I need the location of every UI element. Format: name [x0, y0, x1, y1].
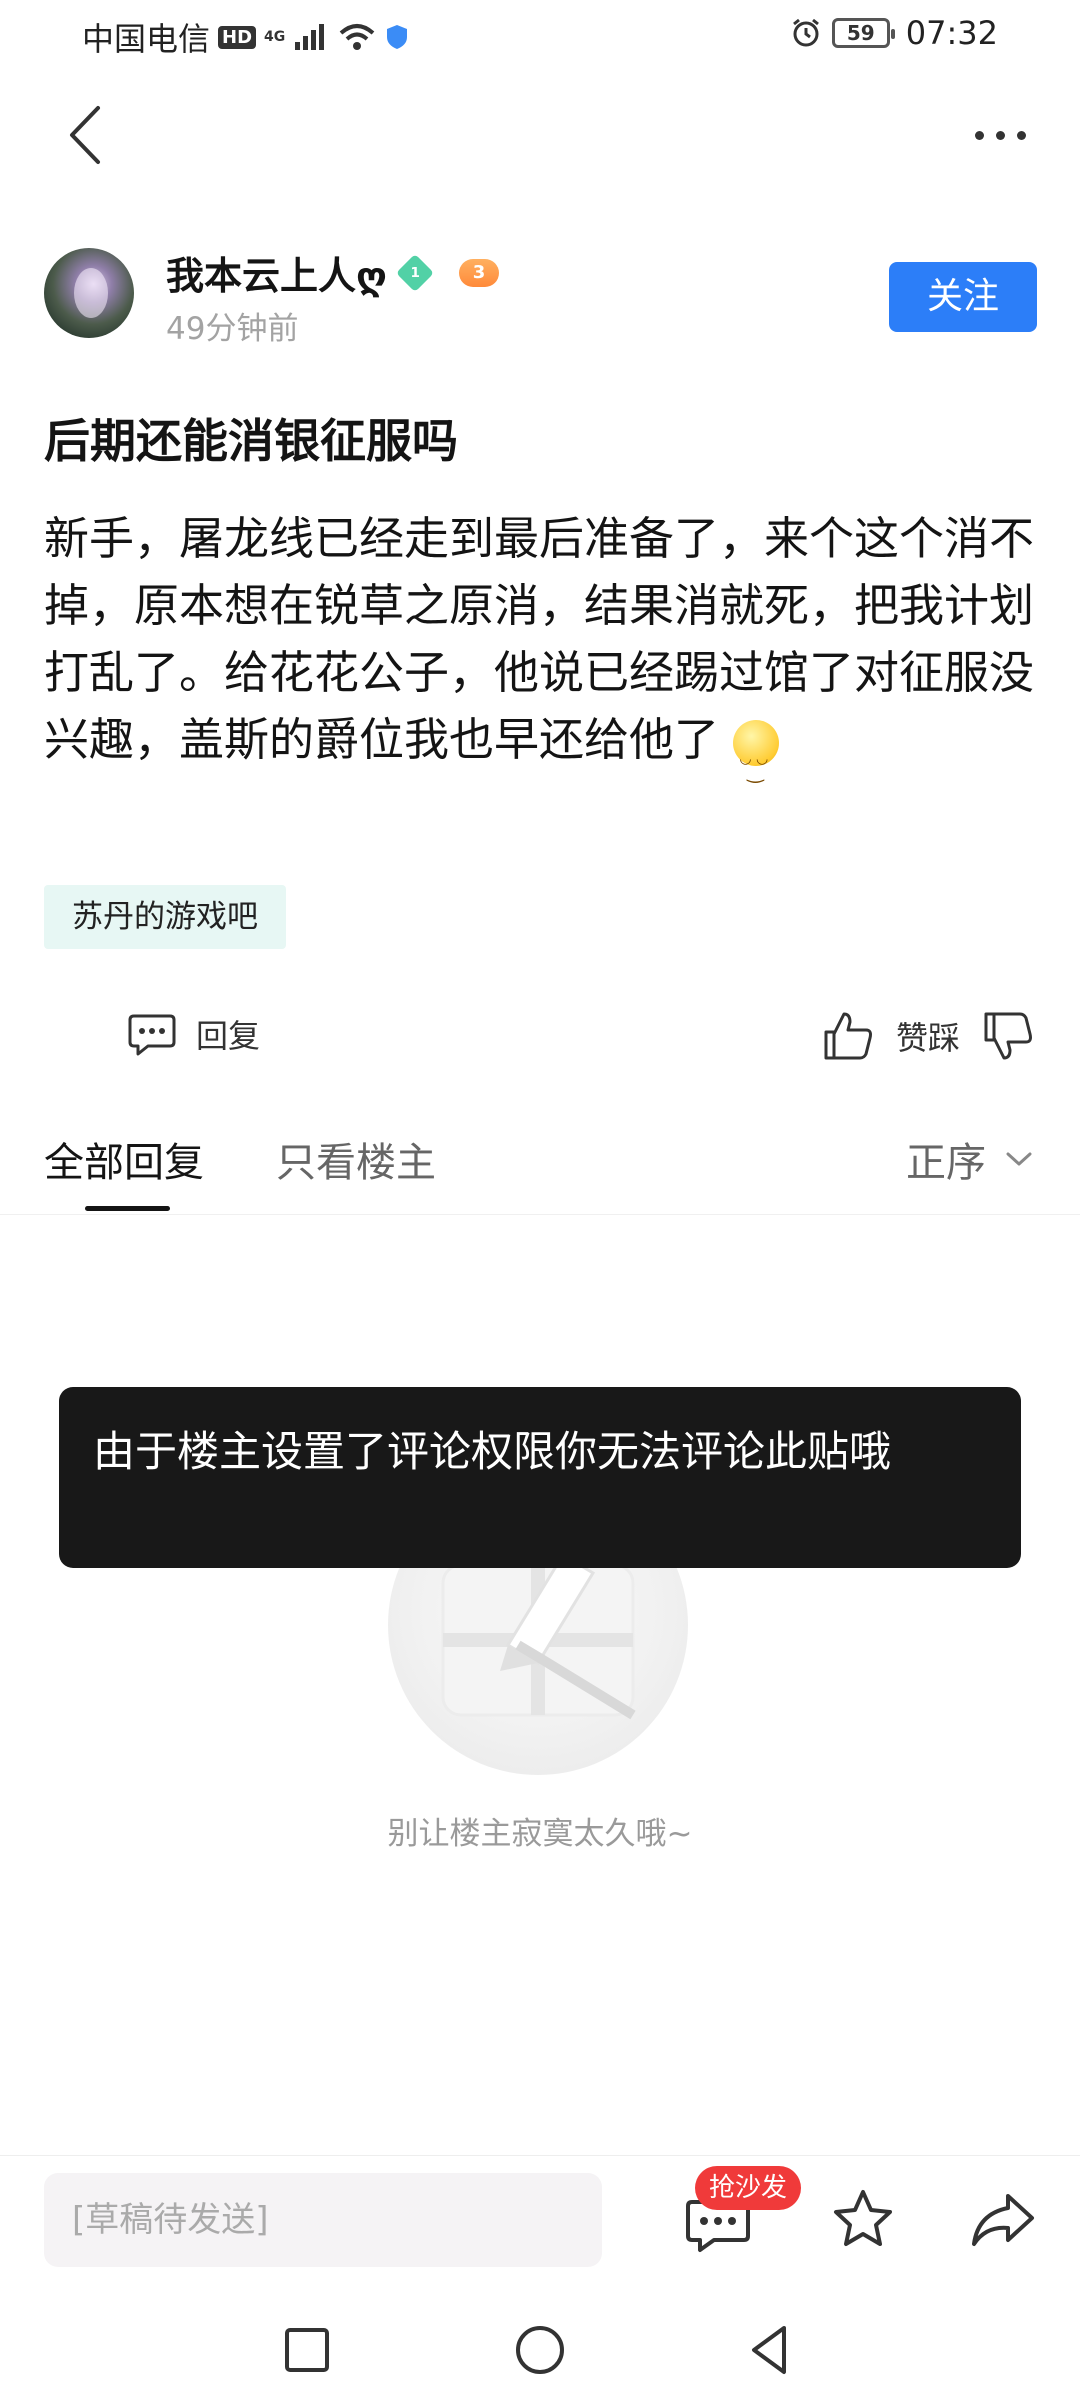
- comment-input[interactable]: [草稿待发送]: [44, 2173, 602, 2267]
- forum-tag[interactable]: 苏丹的游戏吧: [44, 885, 286, 949]
- thumbs-up-icon[interactable]: [820, 1008, 876, 1064]
- network-type-icon: 4G: [264, 29, 286, 45]
- vote-group: 赞踩: [820, 1008, 1036, 1064]
- author-name[interactable]: 我本云上人ღ: [166, 245, 387, 300]
- shield-icon: [387, 25, 408, 49]
- reply-button[interactable]: 回复: [126, 1008, 260, 1060]
- vote-label: 赞踩: [895, 1019, 960, 1057]
- top-nav: [0, 80, 1080, 190]
- system-back-button[interactable]: [738, 2318, 802, 2382]
- comment-bubble-icon: [128, 1014, 176, 1056]
- status-bar: 中国电信 HD 4G 59 07:32: [0, 0, 1080, 72]
- circle-icon: [516, 2326, 564, 2374]
- gamepad-badge-icon: 3: [458, 258, 499, 287]
- permission-toast: 由于楼主设置了评论权限你无法评论此贴哦: [59, 1387, 1021, 1568]
- smile-emoji-icon: [733, 720, 780, 805]
- sort-label: 正序: [906, 1140, 986, 1186]
- level-badge-number: 1: [410, 264, 420, 280]
- carrier-label: 中国电信: [82, 20, 211, 58]
- author-name-row: 我本云上人ღ 1 3: [166, 245, 499, 300]
- reply-tabs: 全部回复 只看楼主 正序: [0, 1120, 1080, 1215]
- chevron-left-icon: [70, 106, 100, 164]
- empty-state-text: 别让楼主寂寞太久哦~: [387, 1816, 693, 1852]
- avatar[interactable]: [44, 248, 134, 338]
- level-diamond-icon: 1: [395, 253, 435, 292]
- post-body-text: 新手，屠龙线已经走到最后准备了，来个这个消不掉，原本想在锐草之原消，结果消就死，…: [44, 512, 1035, 766]
- home-button[interactable]: [508, 2318, 572, 2382]
- post-title: 后期还能消银征服吗: [44, 414, 458, 468]
- system-nav-bar: [0, 2300, 1080, 2400]
- recents-button[interactable]: [275, 2318, 339, 2382]
- signal-icon: [295, 24, 325, 50]
- more-dot-icon: [974, 130, 984, 140]
- favorite-button[interactable]: [830, 2186, 896, 2252]
- thumbs-down-icon[interactable]: [980, 1008, 1036, 1064]
- triangle-back-icon: [752, 2326, 786, 2374]
- star-icon: [834, 2190, 892, 2246]
- status-left: 中国电信 HD 4G: [82, 14, 409, 60]
- sofa-badge: 抢沙发: [695, 2166, 802, 2210]
- square-icon: [285, 2328, 329, 2372]
- wifi-icon: [339, 24, 375, 50]
- post-time: 49分钟前: [166, 311, 299, 347]
- clock-label: 07:32: [905, 14, 998, 52]
- bottom-bar: [草稿待发送] 抢沙发: [0, 2155, 1080, 2295]
- sort-dropdown[interactable]: 正序: [906, 1130, 1036, 1188]
- author-header: 我本云上人ღ 1 3 49分钟前 关注: [44, 245, 1044, 347]
- post-actions: 回复 赞踩: [0, 1000, 1080, 1080]
- tab-owner-only[interactable]: 只看楼主: [276, 1130, 436, 1188]
- tab-all-replies[interactable]: 全部回复: [44, 1130, 204, 1188]
- reply-label: 回复: [196, 1017, 261, 1055]
- status-right: 59 07:32: [790, 14, 998, 52]
- post-body: 新手，屠龙线已经走到最后准备了，来个这个消不掉，原本想在锐草之原消，结果消就死，…: [44, 505, 1044, 805]
- more-dot-icon: [1016, 130, 1026, 140]
- follow-button[interactable]: 关注: [889, 262, 1037, 332]
- more-dot-icon: [995, 130, 1005, 140]
- tab-active-indicator: [85, 1206, 170, 1211]
- more-button[interactable]: [960, 100, 1040, 170]
- share-button[interactable]: [968, 2186, 1038, 2252]
- hd-icon: HD: [218, 25, 257, 49]
- share-arrow-icon: [972, 2194, 1034, 2246]
- alarm-icon: [792, 18, 819, 47]
- battery-icon: 59: [831, 18, 895, 48]
- back-button[interactable]: [50, 100, 120, 170]
- chevron-down-icon: [1006, 1152, 1032, 1166]
